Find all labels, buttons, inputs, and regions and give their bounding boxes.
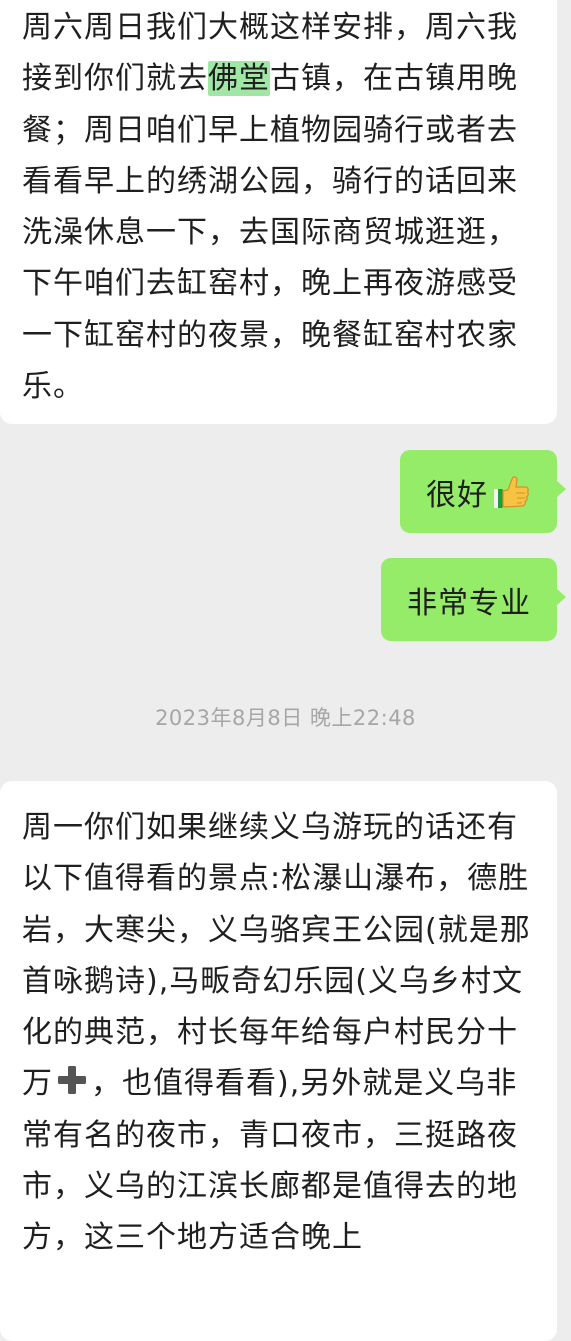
message-text-segment: 古镇，在古镇用晚餐；周日咱们早上植物园骑行或者去看看早上的绣湖公园，骑行的话回来… (22, 61, 518, 405)
timestamp: 2023年8月8日 晚上22:48 (155, 706, 416, 730)
highlighted-keyword[interactable]: 佛堂 (208, 61, 270, 97)
incoming-message-bubble[interactable]: 周一你们如果继续义乌游玩的话还有以下值得看的景点:松瀑山瀑布，德胜岩，大寒尖，义… (0, 781, 557, 1341)
outgoing-message-bubble[interactable]: 非常专业 (381, 558, 566, 641)
heavy-plus-icon (58, 1066, 86, 1095)
message-text-segment: 周一你们如果继续义乌游玩的话还有以下值得看的景点:松瀑山瀑布，德胜岩，大寒尖，义… (22, 810, 531, 1102)
thumbs-up-icon (494, 475, 529, 508)
message-text: 非常专业 (407, 585, 531, 621)
message-text-segment: ，也值得看看),另外就是义乌非常有名的夜市，青口夜市，三挺路夜市，义乌的江滨长廊… (22, 1066, 518, 1256)
message-text: 周六周日我们大概这样安排，周六我接到你们就去佛堂古镇，在古镇用晚餐；周日咱们早上… (22, 2, 543, 412)
message-text: 周一你们如果继续义乌游玩的话还有以下值得看的景点:松瀑山瀑布，德胜岩，大寒尖，义… (22, 802, 543, 1264)
incoming-message-bubble[interactable]: 周六周日我们大概这样安排，周六我接到你们就去佛堂古镇，在古镇用晚餐；周日咱们早上… (0, 0, 557, 424)
message-text: 很好 (426, 477, 488, 513)
outgoing-message-bubble[interactable]: 很好 (400, 450, 566, 533)
